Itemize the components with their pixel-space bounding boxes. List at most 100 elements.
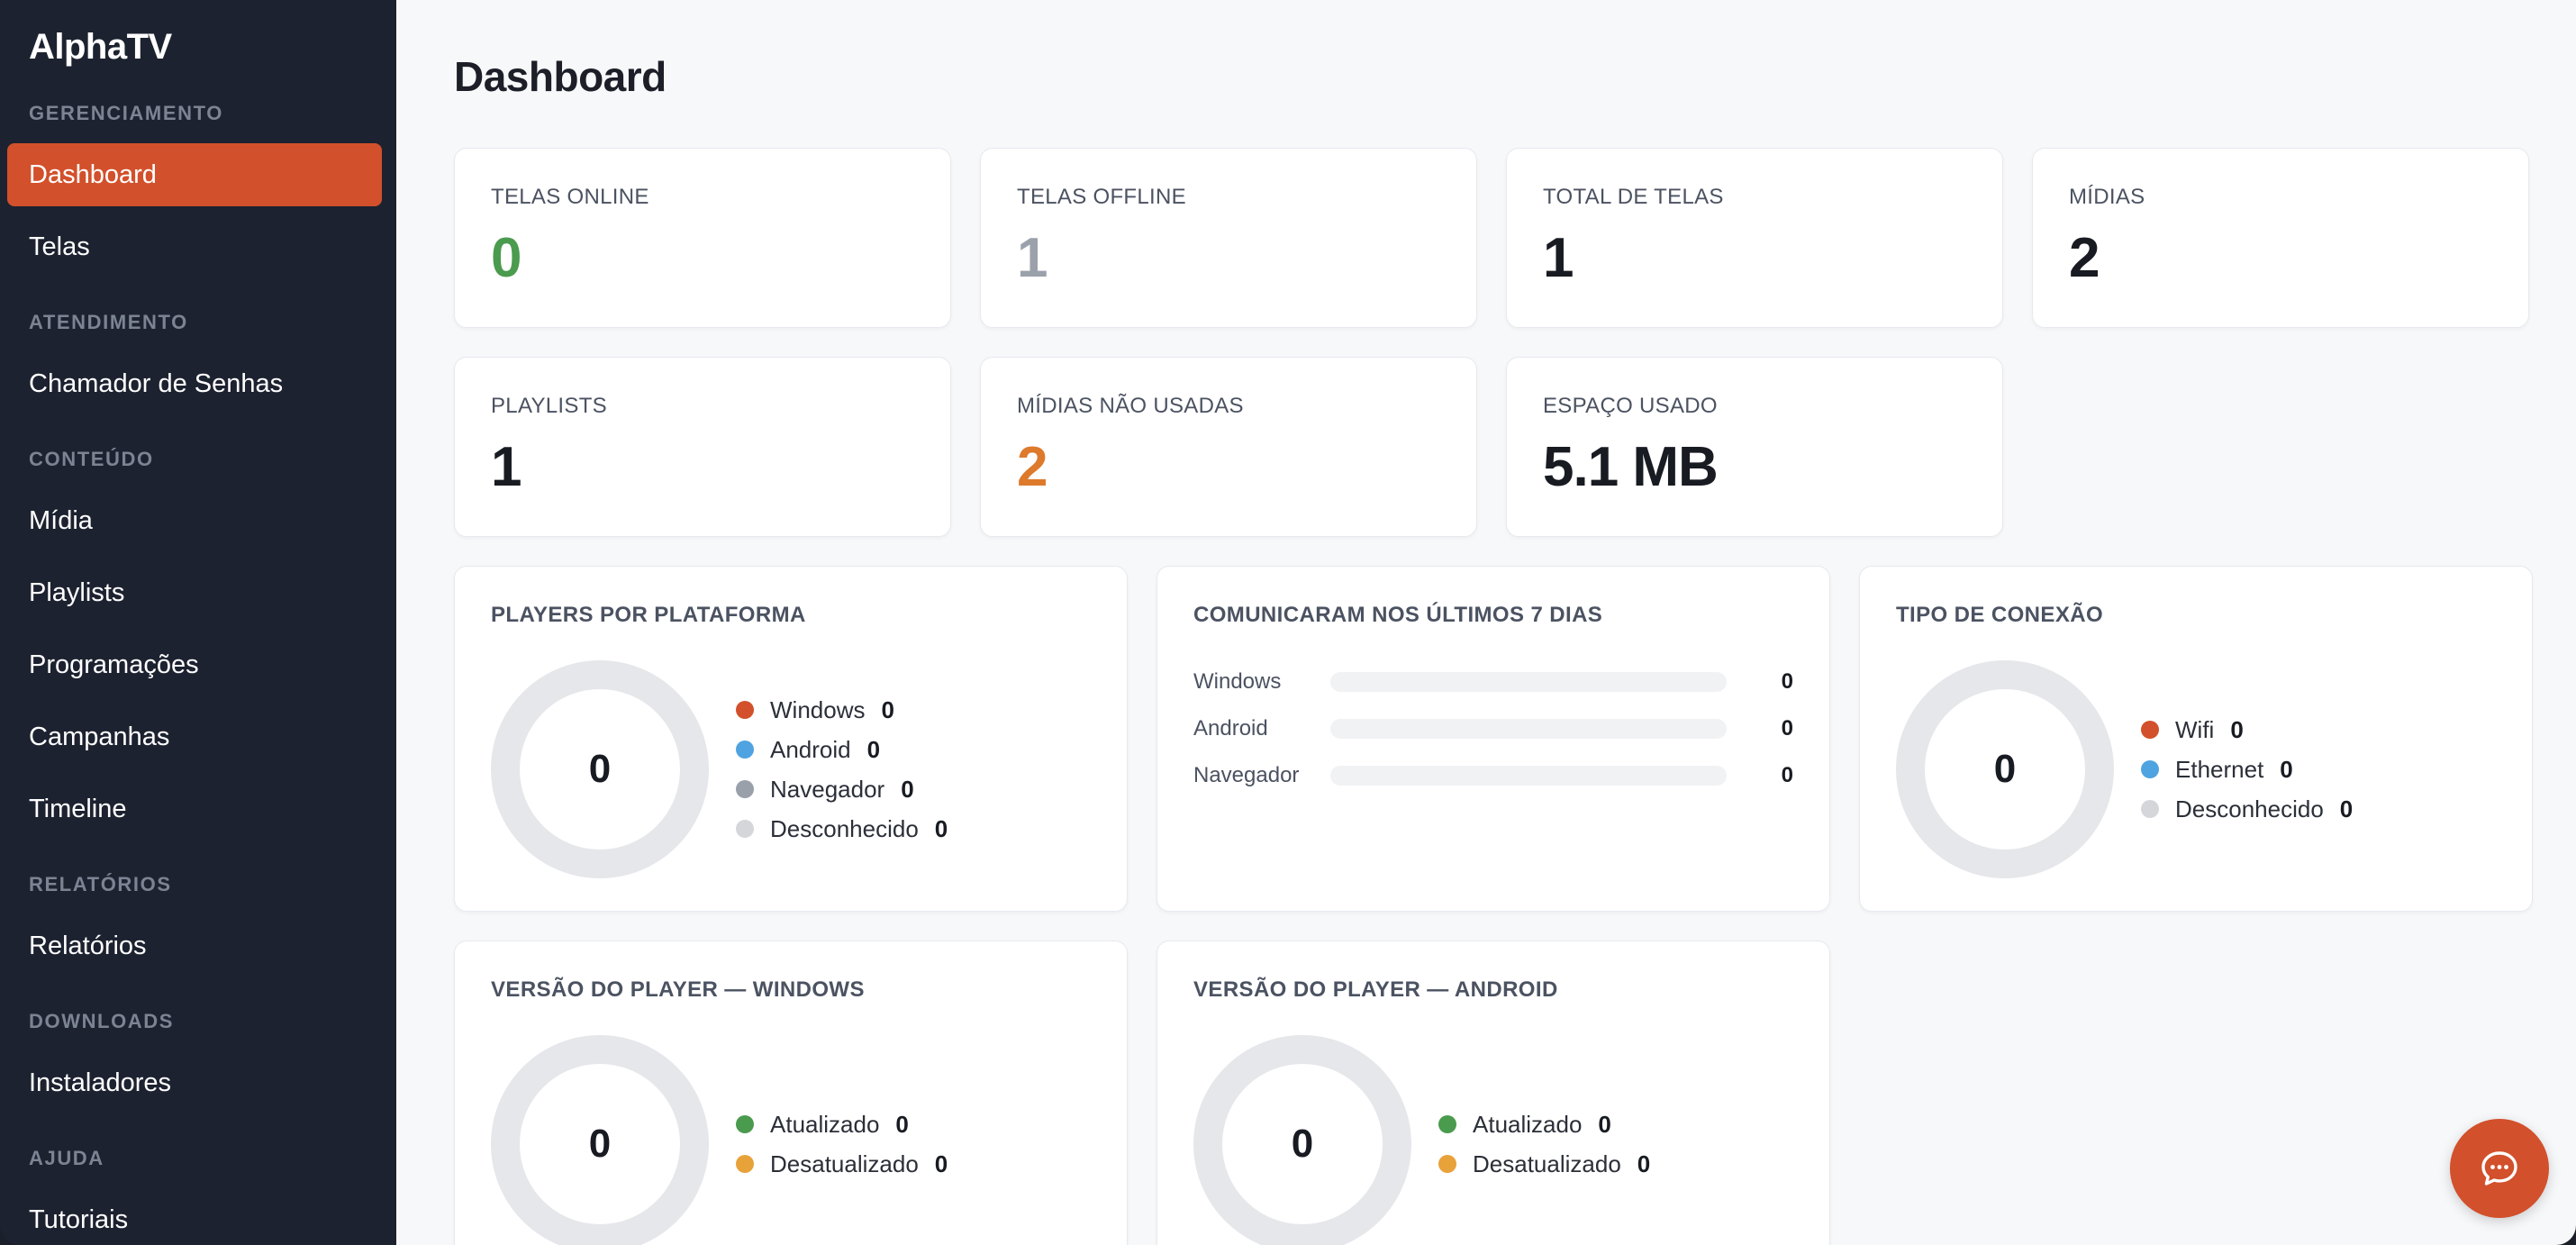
panel-versao-player-android: VERSÃO DO PLAYER — ANDROID 0 Atualizado … xyxy=(1156,941,1830,1245)
legend-dot xyxy=(2141,800,2159,818)
legend-item-navegador: Navegador 0 xyxy=(736,769,948,809)
stat-label: TELAS ONLINE xyxy=(491,185,649,209)
section-atendimento: ATENDIMENTO xyxy=(29,311,188,333)
legend-dot xyxy=(1438,1115,1456,1133)
legend-count: 0 xyxy=(1598,1110,1611,1138)
legend-label: Windows xyxy=(770,695,866,723)
legend-item-ethernet: Ethernet 0 xyxy=(2141,750,2353,789)
stat-label: ESPAÇO USADO xyxy=(1543,394,1718,418)
sidebar: AlphaTV GERENCIAMENTO Dashboard Telas AT… xyxy=(0,0,396,1245)
legend-label: Android xyxy=(770,735,851,763)
legend-label: Navegador xyxy=(770,775,885,803)
panel-title: COMUNICARAM NOS ÚLTIMOS 7 DIAS xyxy=(1193,603,1603,627)
legend-label: Ethernet xyxy=(2175,755,2264,783)
legend-dot xyxy=(2141,721,2159,739)
legend-dot xyxy=(2141,760,2159,778)
stat-card-telas-online: TELAS ONLINE 0 xyxy=(454,148,951,328)
legend: Wifi 0 Ethernet 0 Desconhecido 0 xyxy=(2141,710,2353,829)
sidebar-item-telas[interactable]: Telas xyxy=(7,215,382,278)
stats-grid: TELAS ONLINE 0 TELAS OFFLINE 1 TOTAL DE … xyxy=(454,148,2529,537)
bar-count: 0 xyxy=(1781,669,1793,694)
legend-count: 0 xyxy=(934,1150,948,1177)
donut-chart: 0 xyxy=(491,660,709,878)
sidebar-item-instaladores[interactable]: Instaladores xyxy=(7,1051,382,1114)
legend-dot xyxy=(1438,1155,1456,1173)
legend-count: 0 xyxy=(901,775,914,803)
donut-chart: 0 xyxy=(491,1035,709,1245)
brand-logo[interactable]: AlphaTV xyxy=(0,27,396,68)
sidebar-item-relatorios[interactable]: Relatórios xyxy=(7,914,382,977)
bar-track xyxy=(1330,672,1727,692)
stat-value: 1 xyxy=(1017,227,1048,289)
panel-title: PLAYERS POR PLATAFORMA xyxy=(491,603,806,627)
sidebar-item-tutoriais[interactable]: Tutoriais xyxy=(7,1188,382,1245)
stat-value: 5.1 MB xyxy=(1543,436,1719,498)
legend-item-atualizado: Atualizado 0 xyxy=(1438,1104,1650,1144)
bar-track xyxy=(1330,766,1727,786)
legend-dot xyxy=(736,741,754,759)
panels-grid: PLAYERS POR PLATAFORMA 0 Windows 0 Andro… xyxy=(454,566,2533,1245)
donut-total: 0 xyxy=(1993,747,2017,791)
stat-value: 0 xyxy=(491,227,522,289)
stat-value: 2 xyxy=(2069,227,2100,289)
sidebar-item-midia[interactable]: Mídia xyxy=(7,489,382,552)
stat-label: MÍDIAS xyxy=(2069,185,2145,209)
legend-label: Desconhecido xyxy=(2175,795,2324,822)
bar-track xyxy=(1330,719,1727,739)
legend-item-atualizado: Atualizado 0 xyxy=(736,1104,948,1144)
legend-count: 0 xyxy=(1637,1150,1651,1177)
sidebar-item-playlists[interactable]: Playlists xyxy=(7,561,382,624)
legend-item-desatualizado: Desatualizado 0 xyxy=(1438,1144,1650,1184)
stat-card-espaco-usado: ESPAÇO USADO 5.1 MB xyxy=(1506,357,2003,537)
panel-players-por-plataforma: PLAYERS POR PLATAFORMA 0 Windows 0 Andro… xyxy=(454,566,1128,912)
stat-label: MÍDIAS NÃO USADAS xyxy=(1017,394,1244,418)
legend-dot xyxy=(736,820,754,838)
legend-label: Desatualizado xyxy=(1473,1150,1621,1177)
legend-count: 0 xyxy=(934,814,948,842)
sidebar-item-timeline[interactable]: Timeline xyxy=(7,777,382,841)
stat-label: PLAYLISTS xyxy=(491,394,607,418)
panel-comunicaram-ultimos-7-dias: COMUNICARAM NOS ÚLTIMOS 7 DIAS Windows 0… xyxy=(1156,566,1830,912)
legend-dot xyxy=(736,1155,754,1173)
legend: Atualizado 0 Desatualizado 0 xyxy=(1438,1104,1650,1184)
legend-item-desatualizado: Desatualizado 0 xyxy=(736,1144,948,1184)
legend-count: 0 xyxy=(866,735,881,763)
stat-card-midias: MÍDIAS 2 xyxy=(2032,148,2529,328)
section-downloads: DOWNLOADS xyxy=(29,1010,175,1032)
legend-item-desconhecido: Desconhecido 0 xyxy=(2141,789,2353,829)
section-ajuda: AJUDA xyxy=(29,1147,104,1169)
sidebar-item-chamador-de-senhas[interactable]: Chamador de Senhas xyxy=(7,352,382,415)
panel-title: TIPO DE CONEXÃO xyxy=(1896,603,2104,627)
section-relatorios: RELATÓRIOS xyxy=(29,873,172,895)
legend-label: Desconhecido xyxy=(770,814,919,842)
bar-label: Android xyxy=(1193,716,1268,741)
chat-button[interactable] xyxy=(2450,1119,2549,1218)
donut-chart: 0 xyxy=(1193,1035,1411,1245)
stat-label: TELAS OFFLINE xyxy=(1017,185,1186,209)
sidebar-item-programacoes[interactable]: Programações xyxy=(7,633,382,696)
legend-count: 0 xyxy=(895,1110,909,1138)
legend: Atualizado 0 Desatualizado 0 xyxy=(736,1104,948,1184)
stat-card-telas-offline: TELAS OFFLINE 1 xyxy=(980,148,1477,328)
donut-total: 0 xyxy=(588,747,612,791)
sidebar-item-dashboard[interactable]: Dashboard xyxy=(7,143,382,206)
bar-label: Windows xyxy=(1193,669,1282,694)
panel-title: VERSÃO DO PLAYER — ANDROID xyxy=(1193,977,1558,1002)
stat-card-playlists: PLAYLISTS 1 xyxy=(454,357,951,537)
legend-count: 0 xyxy=(2339,795,2354,822)
section-conteudo: CONTEÚDO xyxy=(29,448,154,470)
sidebar-item-campanhas[interactable]: Campanhas xyxy=(7,705,382,768)
page-title: Dashboard xyxy=(454,53,667,100)
legend-item-android: Android 0 xyxy=(736,730,948,769)
legend-label: Atualizado xyxy=(770,1110,880,1138)
bar-row-android: Android 0 xyxy=(1193,705,1793,752)
legend-count: 0 xyxy=(2230,715,2244,743)
stat-value: 1 xyxy=(1543,227,1574,289)
app-window: AlphaTV GERENCIAMENTO Dashboard Telas AT… xyxy=(0,0,2576,1245)
legend-count: 0 xyxy=(2280,755,2293,783)
main-content: Dashboard TELAS ONLINE 0 TELAS OFFLINE 1… xyxy=(396,0,2576,1245)
stat-card-total-de-telas: TOTAL DE TELAS 1 xyxy=(1506,148,2003,328)
donut-total: 0 xyxy=(1291,1122,1314,1166)
bar-list: Windows 0 Android 0 Navegador 0 xyxy=(1193,659,1793,799)
chat-bubble-icon xyxy=(2481,1151,2517,1186)
